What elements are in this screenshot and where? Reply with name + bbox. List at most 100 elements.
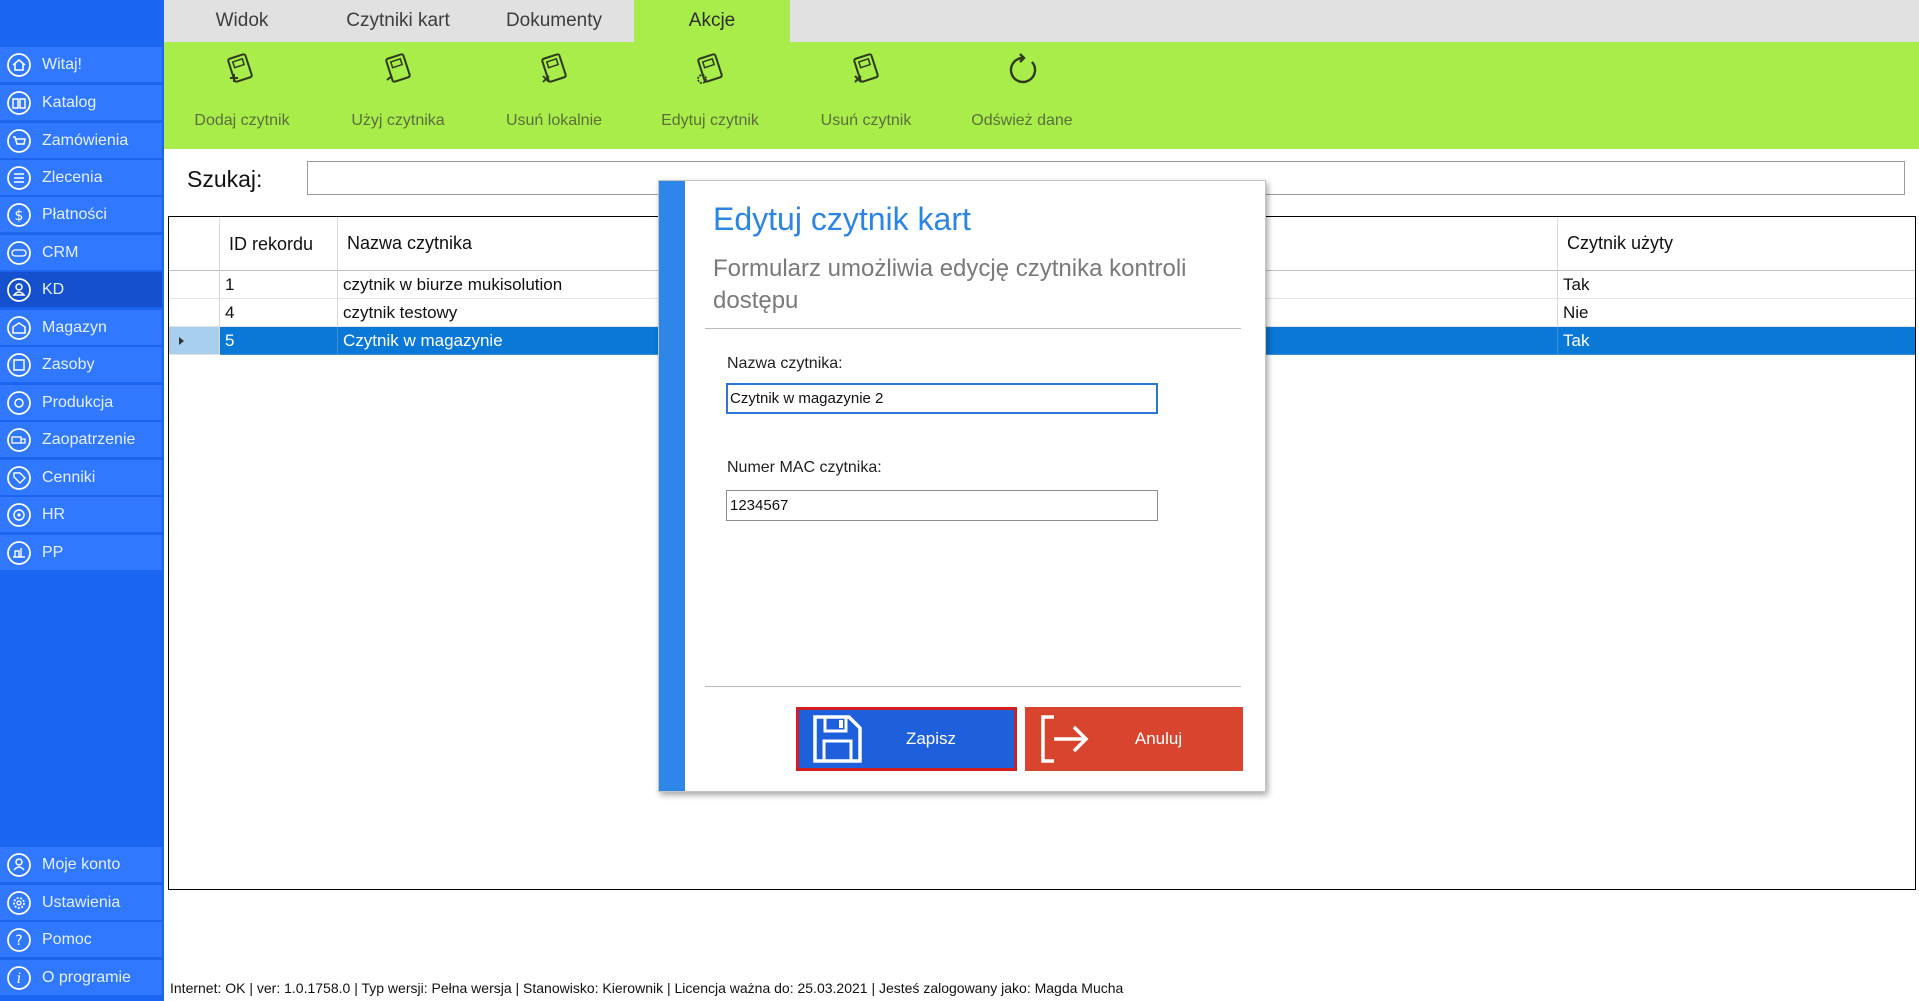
tab-widok[interactable]: Widok — [164, 0, 320, 42]
sidebar-item-label: Ustawienia — [42, 893, 121, 911]
sidebar-item-kd[interactable]: KD — [0, 271, 162, 307]
use-reader-icon — [385, 53, 411, 83]
cancel-button[interactable]: Anuluj — [1025, 707, 1243, 771]
ribbon-label: Dodaj czytnik — [194, 112, 290, 129]
sidebar-item-magazyn[interactable]: Magazyn — [0, 309, 162, 345]
sidebar-item-zlecenia[interactable]: Zlecenia — [0, 159, 162, 195]
ribbon: Dodaj czytnik Użyj czytnika Usuń lokalni… — [164, 42, 1919, 149]
sidebar-item-label: Magazyn — [42, 318, 107, 336]
cell-used: Tak — [1558, 327, 1915, 355]
cell-used: Nie — [1558, 299, 1915, 327]
sidebar-item-pomoc[interactable]: ? Pomoc — [0, 921, 162, 957]
refresh-button[interactable]: Odśwież dane — [952, 42, 1092, 149]
sidebar-item-crm[interactable]: CRM — [0, 234, 162, 270]
book-icon — [6, 90, 32, 116]
ribbon-label: Usuń lokalnie — [505, 112, 603, 129]
refresh-icon — [1009, 53, 1037, 84]
column-header-used[interactable]: Czytnik użyty — [1558, 217, 1915, 271]
settings-icon — [6, 890, 32, 916]
sidebar-item-label: Cenniki — [42, 468, 96, 486]
sidebar-item-hr[interactable]: HR — [0, 496, 162, 532]
sidebar-item-ustawienia[interactable]: Ustawienia — [0, 884, 162, 920]
production-icon — [6, 390, 32, 416]
reader-mac-label: Numer MAC czytnika: — [727, 459, 882, 476]
search-label: Szukaj: — [187, 166, 263, 192]
warehouse-icon — [6, 315, 32, 341]
help-icon: ? — [6, 927, 32, 953]
dialog-divider — [705, 328, 1241, 329]
dialog-title: Edytuj czytnik kart — [713, 201, 971, 237]
ribbon-label: Usuń czytnik — [820, 112, 912, 129]
dollar-icon: $ — [6, 202, 32, 228]
reader-name-label: Nazwa czytnika: — [727, 355, 843, 372]
ribbon-label: Odśwież dane — [971, 112, 1073, 129]
home-icon — [6, 52, 32, 78]
dialog-divider — [705, 686, 1241, 687]
sidebar-item-zaopatrzenie[interactable]: Zaopatrzenie — [0, 421, 162, 457]
sidebar-item-moje-konto[interactable]: Moje konto — [0, 846, 162, 882]
sidebar-item-label: Zlecenia — [42, 168, 103, 186]
truck-icon — [6, 427, 32, 453]
status-bar: Internet: OK | ver: 1.0.1758.0 | Typ wer… — [170, 980, 1124, 996]
sidebar-item-zamowienia[interactable]: Zamówienia — [0, 122, 162, 158]
tab-akcje[interactable]: Akcje — [634, 0, 790, 42]
sidebar-item-label: Witaj! — [42, 55, 82, 73]
ribbon-label: Użyj czytnika — [351, 112, 445, 129]
tag-icon — [6, 465, 32, 491]
remove-local-button[interactable]: Usuń lokalnie — [484, 42, 624, 149]
dialog-subtitle: Formularz umożliwia edycję czytnika kont… — [713, 255, 1187, 314]
edit-reader-icon — [697, 53, 723, 84]
sidebar-item-label: O programie — [42, 968, 131, 986]
sidebar-item-platnosci[interactable]: $ Płatności — [0, 196, 162, 232]
cell-used: Tak — [1558, 271, 1915, 299]
delete-reader-button[interactable]: Usuń czytnik — [796, 42, 936, 149]
save-icon — [813, 715, 862, 763]
exit-icon — [1041, 715, 1089, 763]
svg-text:$: $ — [15, 208, 24, 224]
reader-name-input[interactable]: Czytnik w magazynie 2 — [726, 383, 1158, 414]
row-header[interactable] — [169, 299, 220, 327]
column-header-id[interactable]: ID rekordu — [220, 217, 338, 271]
sidebar-item-o-programie[interactable]: i O programie — [0, 959, 162, 995]
pp-icon — [6, 540, 32, 566]
crm-icon — [6, 240, 32, 266]
sidebar-item-label: Zasoby — [42, 355, 95, 373]
add-reader-button[interactable]: Dodaj czytnik — [172, 42, 312, 149]
sidebar-item-katalog[interactable]: Katalog — [0, 84, 162, 120]
sidebar-item-label: PP — [42, 543, 64, 561]
sidebar-item-label: Moje konto — [42, 855, 121, 873]
tab-dokumenty[interactable]: Dokumenty — [476, 0, 632, 42]
save-button-label: Zapisz — [905, 729, 957, 748]
sidebar-item-label: CRM — [42, 243, 79, 261]
current-row-arrow-icon — [179, 337, 184, 345]
sidebar-item-label: Zaopatrzenie — [42, 430, 136, 448]
sidebar-item-label: Pomoc — [42, 930, 92, 948]
cell-id: 5 — [220, 327, 338, 355]
sidebar-item-pp[interactable]: PP — [0, 534, 162, 570]
sidebar-item-produkcja[interactable]: Produkcja — [0, 384, 162, 420]
sidebar-item-label: Zamówienia — [42, 131, 129, 149]
tab-czytniki-kart[interactable]: Czytniki kart — [320, 0, 476, 42]
hr-icon — [6, 502, 32, 528]
sidebar-item-cenniki[interactable]: Cenniki — [0, 459, 162, 495]
sidebar-item-zasoby[interactable]: Zasoby — [0, 346, 162, 382]
sidebar-item-witaj[interactable]: Witaj! — [0, 46, 162, 82]
cart-icon — [6, 128, 32, 154]
save-button[interactable]: Zapisz — [796, 707, 1017, 771]
sidebar-item-label: KD — [42, 280, 65, 298]
account-icon — [6, 852, 32, 878]
row-header-corner — [169, 217, 220, 271]
tab-bar: Widok Czytniki kart Dokumenty Akcje — [164, 0, 1919, 42]
dialog-accent-bar — [659, 181, 685, 791]
delete-reader-icon — [853, 53, 879, 83]
row-header[interactable] — [169, 271, 220, 299]
sidebar-item-label: HR — [42, 505, 66, 523]
reader-mac-input[interactable]: 1234567 — [726, 490, 1158, 521]
sidebar: Witaj! Katalog Zamówienia Zlecenia $ Pła… — [0, 0, 164, 1001]
use-reader-button[interactable]: Użyj czytnika — [328, 42, 468, 149]
cell-id: 1 — [220, 271, 338, 299]
row-header[interactable] — [169, 327, 220, 355]
edit-reader-button[interactable]: Edytuj czytnik — [640, 42, 780, 149]
sidebar-item-label: Produkcja — [42, 393, 114, 411]
info-icon: i — [6, 965, 32, 991]
